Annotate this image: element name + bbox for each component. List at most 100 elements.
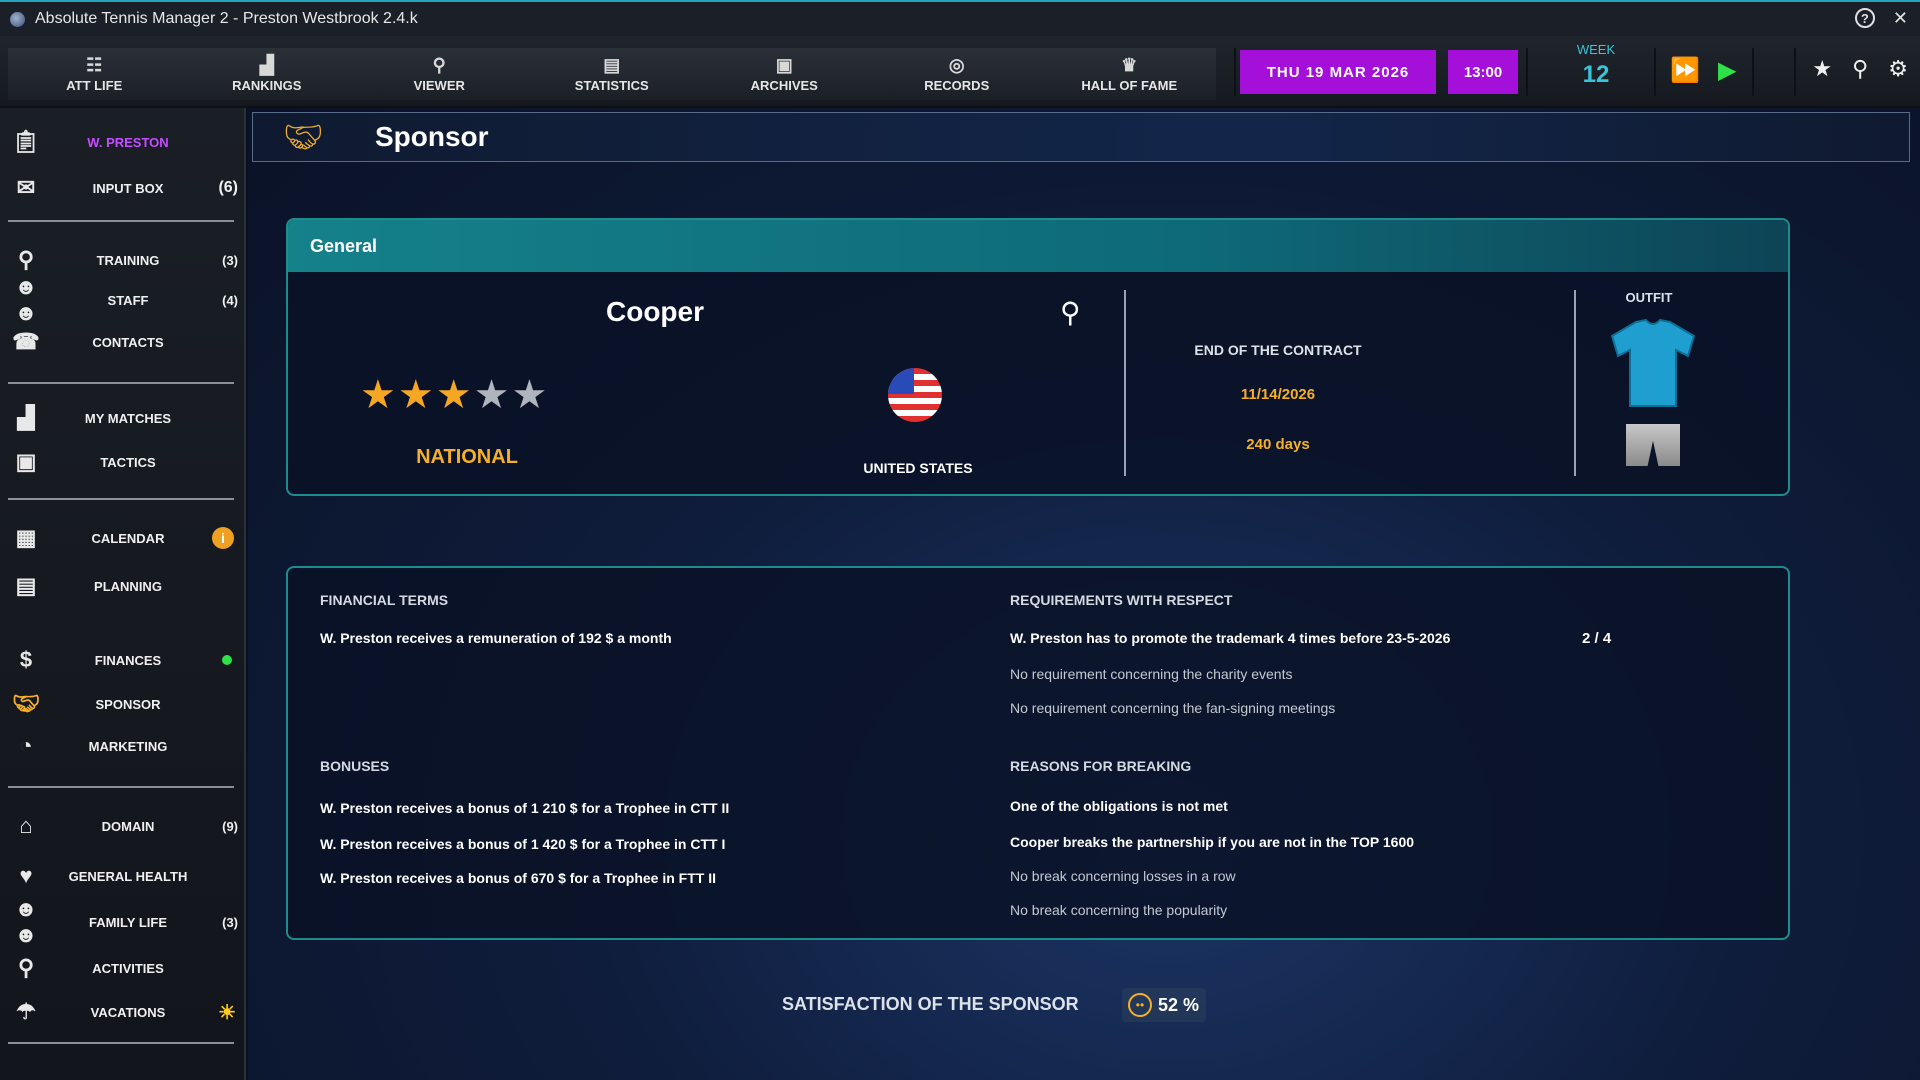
divider <box>1794 48 1796 96</box>
family-icon: ☻☻ <box>14 896 38 947</box>
sidebar-item-calendar[interactable]: ▦ CALENDAR i <box>0 520 246 556</box>
racket-icon: ⚲ <box>17 247 35 272</box>
week-number: 12 <box>1582 61 1610 88</box>
requirement-item: W. Preston has to promote the trademark … <box>1010 630 1451 646</box>
current-time[interactable]: 13:00 <box>1448 50 1518 94</box>
tab-label: ATT LIFE <box>66 77 123 93</box>
star-filled-icon: ★ <box>435 373 472 417</box>
requirements-header: REQUIREMENTS WITH RESPECT <box>1010 592 1233 608</box>
bar-chart-icon: ▟ <box>17 405 35 430</box>
sidebar-item-general-health[interactable]: ♥ GENERAL HEALTH <box>0 858 246 894</box>
sidebar-item-domain[interactable]: ⌂ DOMAIN (9) <box>0 808 246 844</box>
requirement-progress: 2 / 4 <box>1582 630 1612 647</box>
sidebar-item-input-box[interactable]: ✉ INPUT BOX (6) <box>0 170 246 206</box>
star-icon[interactable]: ★ <box>1812 56 1832 82</box>
breaking-item: Cooper breaks the partnership if you are… <box>1010 834 1415 850</box>
sidebar-item-label: ACTIVITIES <box>92 960 164 976</box>
search-icon[interactable]: ⚲ <box>1852 56 1868 82</box>
sidebar-item-sponsor[interactable]: 🤝︎ SPONSOR <box>0 686 246 722</box>
sponsor-name: Cooper <box>606 296 704 327</box>
sidebar-item-contacts[interactable]: ☎ CONTACTS <box>0 324 246 360</box>
tab-statistics[interactable]: ▤ STATISTICS <box>526 48 699 100</box>
heart-icon: ♥ <box>19 863 33 888</box>
sidebar-item-label: W. PRESTON <box>87 134 169 150</box>
general-header: General <box>288 220 1788 272</box>
pie-chart-icon: ◔ <box>19 733 33 758</box>
sidebar-item-tactics[interactable]: ▣ TACTICS <box>0 444 246 480</box>
sidebar-item-training[interactable]: ⚲ TRAINING (3) <box>0 242 246 278</box>
sidebar-item-label: DOMAIN <box>101 818 155 834</box>
contacts-icon: ☎ <box>12 329 40 354</box>
bonuses-header: BONUSES <box>320 758 390 774</box>
main-content: 🤝︎ Sponsor General Cooper ⚲ ★ ★ ★ ★ ★ NATION… <box>248 108 1920 1080</box>
bonus-item: W. Preston receives a bonus of 670 $ for… <box>320 870 716 886</box>
sidebar-item-staff[interactable]: ☻☻ STAFF (4) <box>0 274 246 325</box>
sidebar-divider <box>8 498 234 500</box>
sidebar-item-w-preston[interactable]: 📋︎ W. PRESTON <box>0 124 246 160</box>
fast-forward-icon[interactable]: ⏩ <box>1670 56 1700 85</box>
sidebar-item-label: CALENDAR <box>91 530 165 546</box>
current-date[interactable]: THU 19 MAR 2026 <box>1240 50 1436 94</box>
tab-att-life[interactable]: ☷ ATT LIFE <box>8 48 181 100</box>
info-badge-icon[interactable]: i <box>212 527 234 549</box>
sidebar-item-activities[interactable]: ⚲ ACTIVITIES <box>0 950 246 986</box>
sidebar-item-label: FAMILY LIFE <box>88 914 167 930</box>
breaking-header: REASONS FOR BREAKING <box>1010 758 1192 774</box>
tab-hall-of-fame[interactable]: ♛ HALL OF FAME <box>1043 48 1216 100</box>
sidebar-item-vacations[interactable]: ☂ VACATIONS ☀ <box>0 994 246 1030</box>
sidebar-item-marketing[interactable]: ◔ MARKETING <box>0 728 246 764</box>
sidebar-item-label: TACTICS <box>100 454 156 470</box>
main-tabs: ☷ ATT LIFE ▟ RANKINGS ⚲ VIEWER ▤ STATIST… <box>8 48 1216 100</box>
tab-rankings[interactable]: ▟ RANKINGS <box>181 48 354 100</box>
calendar-icon: ▦ <box>15 525 37 550</box>
tab-label: ARCHIVES <box>750 77 818 93</box>
requirement-item: No requirement concerning the charity ev… <box>1010 666 1293 682</box>
star-filled-icon: ★ <box>360 373 396 417</box>
breaking-item: No break concerning losses in a row <box>1010 868 1236 884</box>
search-icon[interactable]: ⚲ <box>1060 296 1081 329</box>
house-icon: ⌂ <box>19 813 33 838</box>
close-icon[interactable]: ✕ <box>1893 8 1908 29</box>
us-flag-icon <box>888 368 942 422</box>
activities-icon: ⚲ <box>17 955 35 980</box>
app-logo-icon <box>10 11 25 27</box>
week-label: WEEK <box>1576 42 1616 57</box>
sidebar-item-planning[interactable]: ▤ PLANNING <box>0 568 246 604</box>
sidebar-item-finances[interactable]: $ FINANCES <box>0 642 246 678</box>
tab-label: HALL OF FAME <box>1081 77 1178 93</box>
neutral-face-icon: •• <box>1128 993 1152 1017</box>
tab-records[interactable]: ◎ RECORDS <box>871 48 1044 100</box>
tab-archives[interactable]: ▣ ARCHIVES <box>698 48 871 100</box>
divider <box>1752 48 1754 96</box>
help-icon[interactable]: ? <box>1854 8 1875 28</box>
tab-label: RANKINGS <box>232 77 302 93</box>
sidebar-item-my-matches[interactable]: ▟ MY MATCHES <box>0 400 246 436</box>
tab-label: VIEWER <box>413 77 465 93</box>
sponsor-level: NATIONAL <box>416 446 518 468</box>
requirement-item: No requirement concerning the fan-signin… <box>1010 700 1336 716</box>
sidebar-item-label: STAFF <box>107 292 149 308</box>
sidebar-item-label: CONTACTS <box>92 334 164 350</box>
divider <box>1654 48 1656 96</box>
satisfaction-value: 52 % <box>1158 994 1200 1015</box>
bonus-item: W. Preston receives a bonus of 1 420 $ f… <box>320 836 726 852</box>
sidebar-divider <box>8 220 234 222</box>
sidebar-item-family-life[interactable]: ☻☻ FAMILY LIFE (3) <box>0 896 246 947</box>
play-icon[interactable]: ▶ <box>1718 56 1736 85</box>
divider <box>1526 48 1528 96</box>
outfit-label: OUTFIT <box>1625 290 1673 305</box>
sidebar-item-label: FINANCES <box>94 652 162 668</box>
sponsor-country: UNITED STATES <box>863 460 973 476</box>
sidebar-item-label: INPUT BOX <box>92 180 164 196</box>
sidebar-item-count: (9) <box>222 818 238 834</box>
sidebar-divider <box>8 1042 234 1044</box>
page-header: 🤝︎ Sponsor <box>252 112 1910 162</box>
breaking-item: One of the obligations is not met <box>1010 798 1228 814</box>
sidebar-divider <box>8 786 234 788</box>
tab-viewer[interactable]: ⚲ VIEWER <box>353 48 526 100</box>
gear-icon[interactable]: ⚙ <box>1888 56 1908 82</box>
breaking-item: No break concerning the popularity <box>1010 902 1228 918</box>
divider <box>1124 290 1126 476</box>
statistics-icon: ▤ <box>603 54 621 75</box>
sponsor-rating: ★ ★ ★ ★ ★ <box>360 372 547 418</box>
